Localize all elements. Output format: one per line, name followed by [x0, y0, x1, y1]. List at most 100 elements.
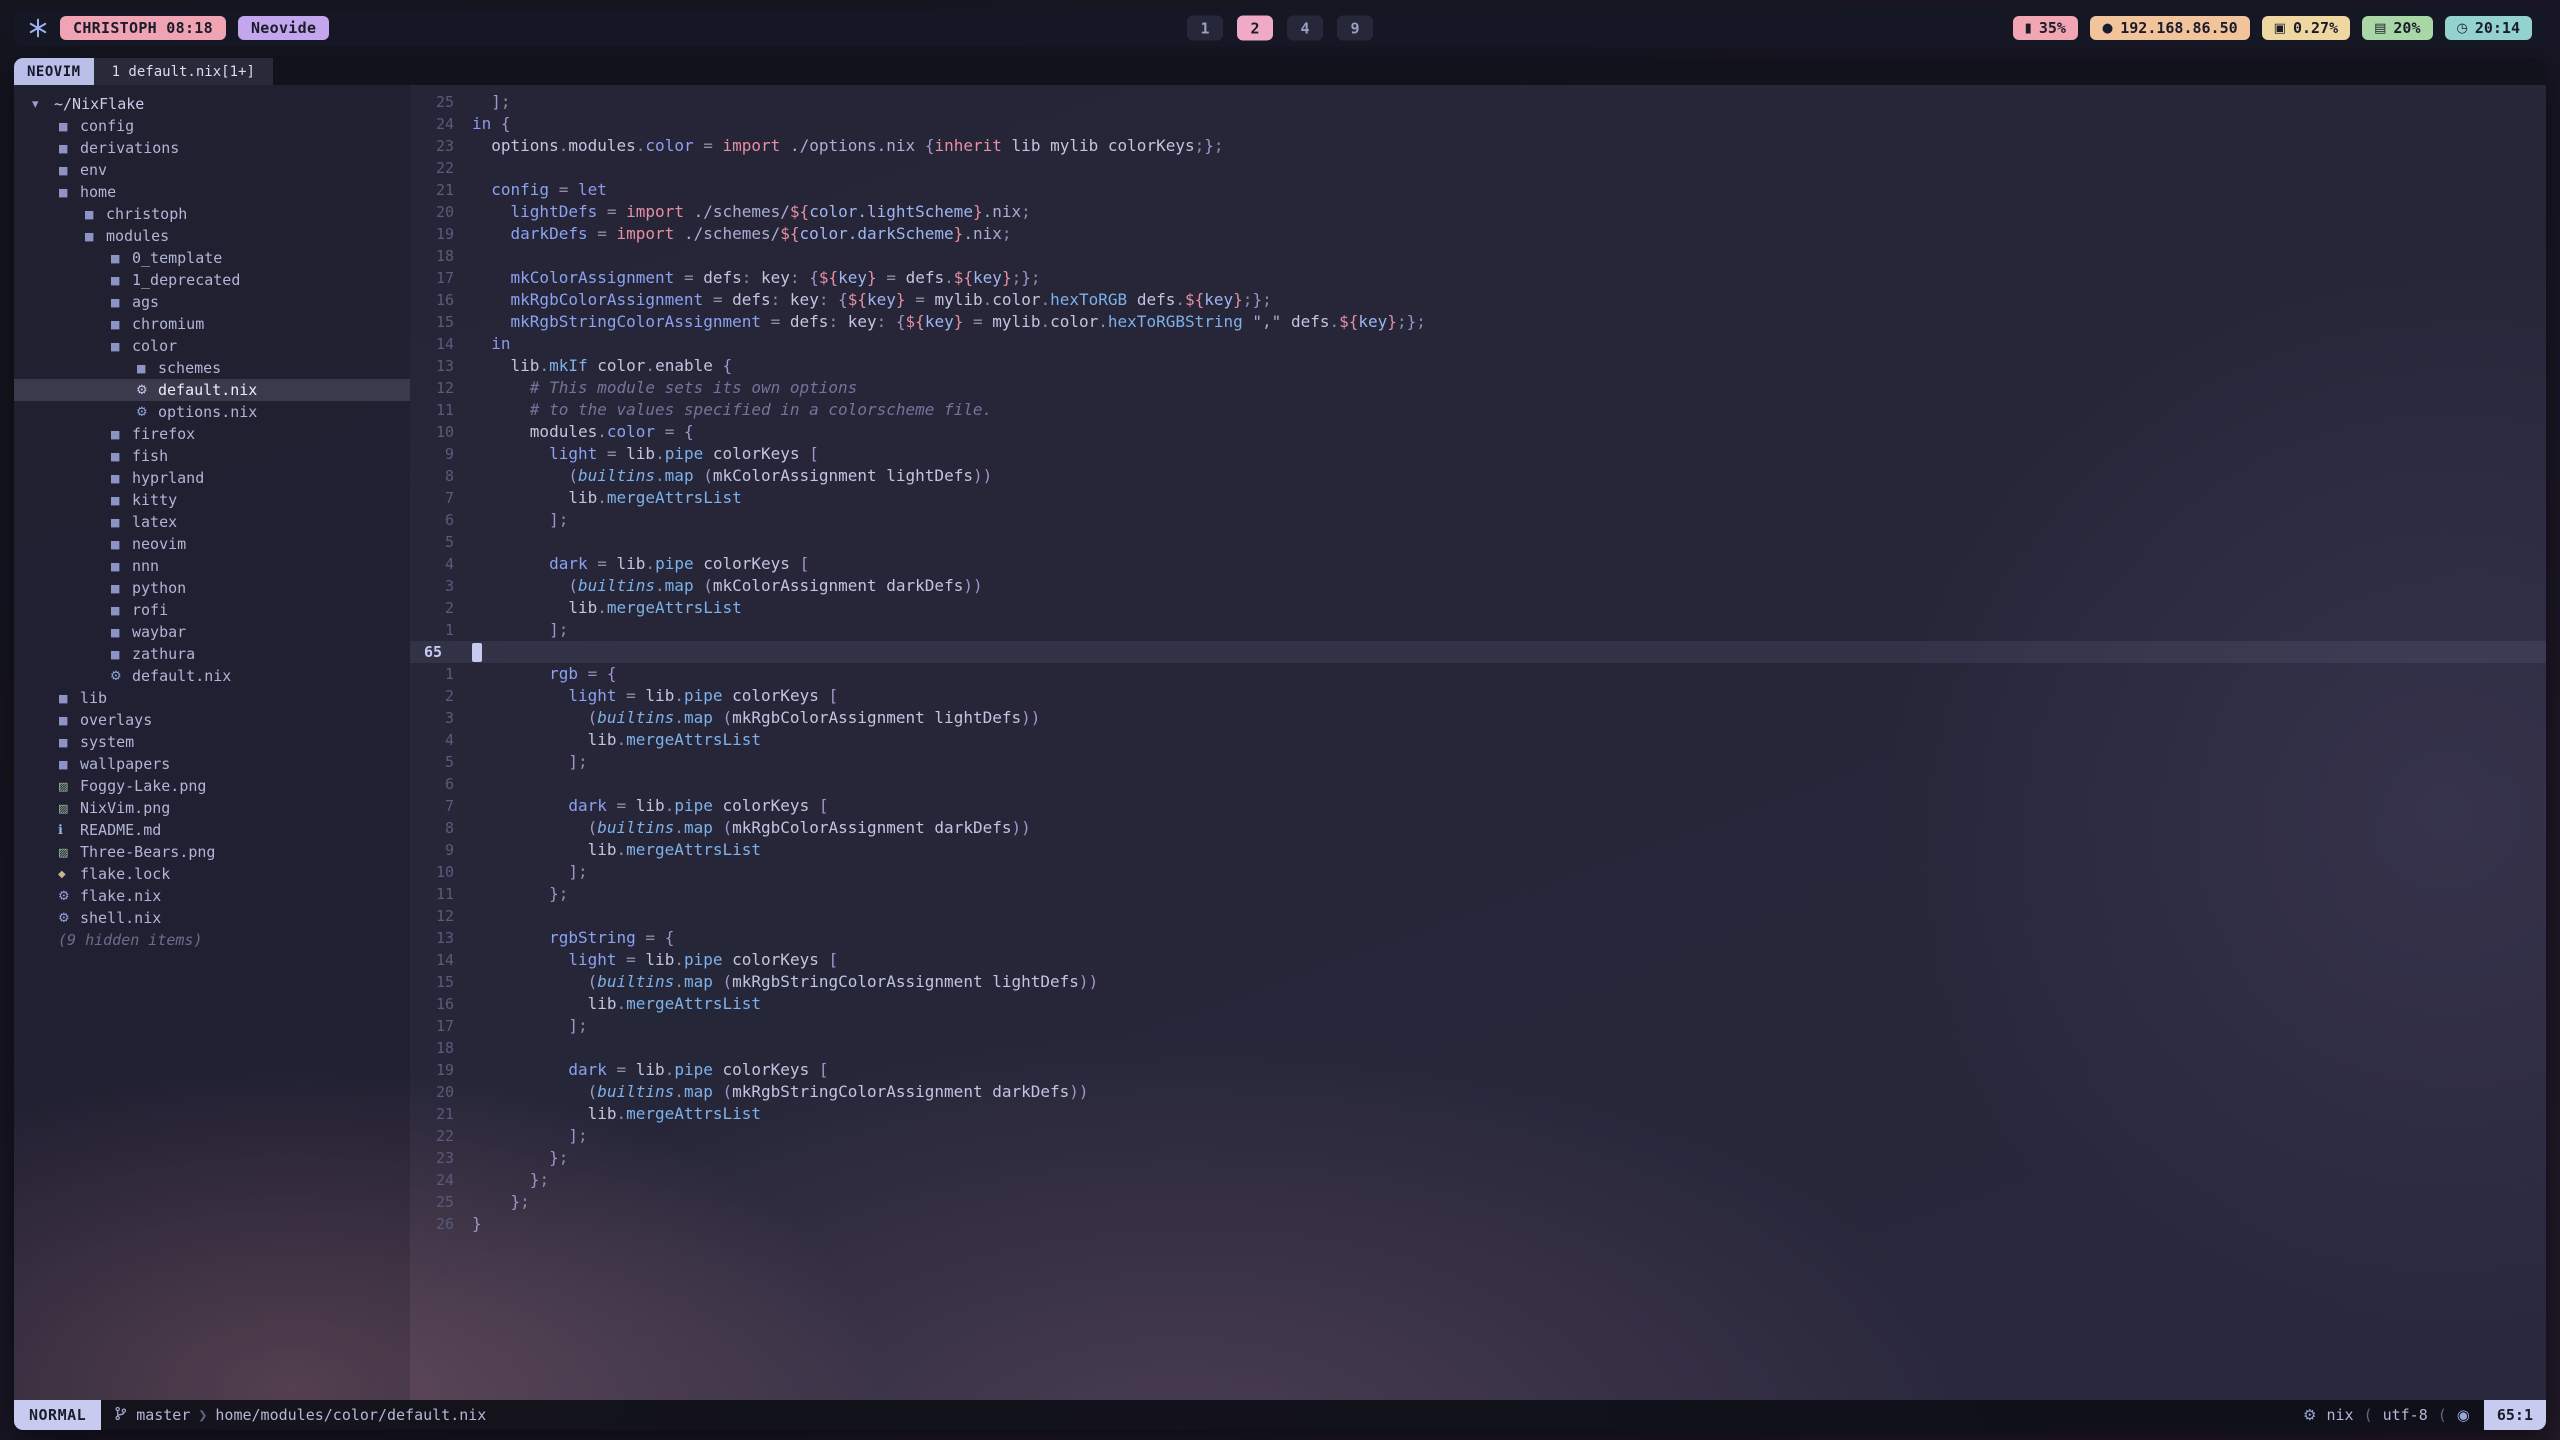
code-line[interactable]: 3 (builtins.map (mkRgbColorAssignment li…: [410, 707, 2546, 729]
code-line[interactable]: 5: [410, 531, 2546, 553]
code-line[interactable]: 6 ];: [410, 509, 2546, 531]
tree-item-firefox[interactable]: ■firefox: [14, 423, 410, 445]
tree-item-overlays[interactable]: ■overlays: [14, 709, 410, 731]
workspace-4[interactable]: 4: [1287, 16, 1323, 41]
code-line[interactable]: 25 ];: [410, 91, 2546, 113]
clock-pill[interactable]: ◷20:14: [2445, 16, 2533, 40]
code-line[interactable]: 7 lib.mergeAttrsList: [410, 487, 2546, 509]
tab-default-nix[interactable]: 1 default.nix[1+]: [94, 58, 273, 85]
memory-pill[interactable]: ▤20%: [2362, 16, 2432, 40]
tree-item-zathura[interactable]: ■zathura: [14, 643, 410, 665]
code-line[interactable]: 9 light = lib.pipe colorKeys [: [410, 443, 2546, 465]
tree-item-system[interactable]: ■system: [14, 731, 410, 753]
tree-item-derivations[interactable]: ■derivations: [14, 137, 410, 159]
tree-item-color[interactable]: ■color: [14, 335, 410, 357]
code-line[interactable]: 20 (builtins.map (mkRgbStringColorAssign…: [410, 1081, 2546, 1103]
code-line[interactable]: 19 darkDefs = import ./schemes/${color.d…: [410, 223, 2546, 245]
code-line[interactable]: 16 mkRgbColorAssignment = defs: key: {${…: [410, 289, 2546, 311]
tree-item-three-bears-png[interactable]: ▨Three-Bears.png: [14, 841, 410, 863]
code-line[interactable]: 24 };: [410, 1169, 2546, 1191]
code-line[interactable]: 22 ];: [410, 1125, 2546, 1147]
code-line[interactable]: 23 options.modules.color = import ./opti…: [410, 135, 2546, 157]
tree-item-hyprland[interactable]: ■hyprland: [14, 467, 410, 489]
code-line[interactable]: 5 ];: [410, 751, 2546, 773]
tree-item-lib[interactable]: ■lib: [14, 687, 410, 709]
workspace-9[interactable]: 9: [1337, 16, 1373, 41]
network-pill[interactable]: ●192.168.86.50: [2090, 16, 2250, 40]
active-window-badge[interactable]: Neovide: [238, 16, 329, 40]
tree-item-default-nix[interactable]: ⚙default.nix: [14, 665, 410, 687]
code-line[interactable]: 22: [410, 157, 2546, 179]
tree-item-python[interactable]: ■python: [14, 577, 410, 599]
code-line[interactable]: 6: [410, 773, 2546, 795]
cpu-pill[interactable]: ▣0.27%: [2262, 16, 2350, 40]
code-line[interactable]: 2 light = lib.pipe colorKeys [: [410, 685, 2546, 707]
code-line[interactable]: 8 (builtins.map (mkRgbColorAssignment da…: [410, 817, 2546, 839]
tree-item-config[interactable]: ■config: [14, 115, 410, 137]
workspace-2[interactable]: 2: [1237, 16, 1273, 41]
code-line[interactable]: 17 mkColorAssignment = defs: key: {${key…: [410, 267, 2546, 289]
code-line[interactable]: 1 rgb = {: [410, 663, 2546, 685]
code-line[interactable]: 10 ];: [410, 861, 2546, 883]
tree-item-latex[interactable]: ■latex: [14, 511, 410, 533]
code-line[interactable]: 13 rgbString = {: [410, 927, 2546, 949]
code-line[interactable]: 4 dark = lib.pipe colorKeys [: [410, 553, 2546, 575]
code-line[interactable]: 3 (builtins.map (mkColorAssignment darkD…: [410, 575, 2546, 597]
tree-item-flake-lock[interactable]: ◆flake.lock: [14, 863, 410, 885]
workspace-1[interactable]: 1: [1187, 16, 1223, 41]
tree-item-nixvim-png[interactable]: ▨NixVim.png: [14, 797, 410, 819]
code-line[interactable]: 25 };: [410, 1191, 2546, 1213]
tree-item-ags[interactable]: ■ags: [14, 291, 410, 313]
code-line[interactable]: 9 lib.mergeAttrsList: [410, 839, 2546, 861]
tree-item-neovim[interactable]: ■neovim: [14, 533, 410, 555]
code-line[interactable]: 10 modules.color = {: [410, 421, 2546, 443]
code-line[interactable]: 21 config = let: [410, 179, 2546, 201]
tree-item-home[interactable]: ■home: [14, 181, 410, 203]
tree-item-readme-md[interactable]: ℹREADME.md: [14, 819, 410, 841]
battery-pill[interactable]: ▮35%: [2013, 16, 2078, 40]
code-line[interactable]: 4 lib.mergeAttrsList: [410, 729, 2546, 751]
tree-item-options-nix[interactable]: ⚙options.nix: [14, 401, 410, 423]
tree-item-christoph[interactable]: ■christoph: [14, 203, 410, 225]
code-line[interactable]: 14 in: [410, 333, 2546, 355]
tree-item-waybar[interactable]: ■waybar: [14, 621, 410, 643]
code-line[interactable]: 15 mkRgbStringColorAssignment = defs: ke…: [410, 311, 2546, 333]
code-line[interactable]: 12: [410, 905, 2546, 927]
tree-item-wallpapers[interactable]: ■wallpapers: [14, 753, 410, 775]
code-line[interactable]: 15 (builtins.map (mkRgbStringColorAssign…: [410, 971, 2546, 993]
code-line[interactable]: 18: [410, 245, 2546, 267]
user-clock-badge[interactable]: CHRISTOPH 08:18: [60, 16, 226, 40]
code-line[interactable]: 23 };: [410, 1147, 2546, 1169]
code-line[interactable]: 17 ];: [410, 1015, 2546, 1037]
tree-item-flake-nix[interactable]: ⚙flake.nix: [14, 885, 410, 907]
tree-item-rofi[interactable]: ■rofi: [14, 599, 410, 621]
code-line[interactable]: 18: [410, 1037, 2546, 1059]
code-line[interactable]: 16 lib.mergeAttrsList: [410, 993, 2546, 1015]
tree-item-default-nix[interactable]: ⚙default.nix: [14, 379, 410, 401]
code-line[interactable]: 19 dark = lib.pipe colorKeys [: [410, 1059, 2546, 1081]
editor-buffer[interactable]: 25 ];24in {23 options.modules.color = im…: [410, 85, 2546, 1400]
code-line[interactable]: 11 # to the values specified in a colors…: [410, 399, 2546, 421]
code-line[interactable]: 21 lib.mergeAttrsList: [410, 1103, 2546, 1125]
tree-item-kitty[interactable]: ■kitty: [14, 489, 410, 511]
code-line[interactable]: 1 ];: [410, 619, 2546, 641]
code-line[interactable]: 2 lib.mergeAttrsList: [410, 597, 2546, 619]
tree-item-modules[interactable]: ■modules: [14, 225, 410, 247]
code-line[interactable]: 8 (builtins.map (mkColorAssignment light…: [410, 465, 2546, 487]
tree-item-fish[interactable]: ■fish: [14, 445, 410, 467]
tree-item-1-deprecated[interactable]: ■1_deprecated: [14, 269, 410, 291]
code-line[interactable]: 12 # This module sets its own options: [410, 377, 2546, 399]
code-line[interactable]: 24in {: [410, 113, 2546, 135]
code-line[interactable]: 20 lightDefs = import ./schemes/${color.…: [410, 201, 2546, 223]
tree-item-schemes[interactable]: ■schemes: [14, 357, 410, 379]
tree-item-nnn[interactable]: ■nnn: [14, 555, 410, 577]
code-line[interactable]: 13 lib.mkIf color.enable {: [410, 355, 2546, 377]
code-line[interactable]: 7 dark = lib.pipe colorKeys [: [410, 795, 2546, 817]
code-line[interactable]: 11 };: [410, 883, 2546, 905]
tree-item-foggy-lake-png[interactable]: ▨Foggy-Lake.png: [14, 775, 410, 797]
tree-item-0-template[interactable]: ■0_template: [14, 247, 410, 269]
code-line[interactable]: 14 light = lib.pipe colorKeys [: [410, 949, 2546, 971]
code-line[interactable]: 26}: [410, 1213, 2546, 1235]
tree-item-shell-nix[interactable]: ⚙shell.nix: [14, 907, 410, 929]
tree-item-env[interactable]: ■env: [14, 159, 410, 181]
